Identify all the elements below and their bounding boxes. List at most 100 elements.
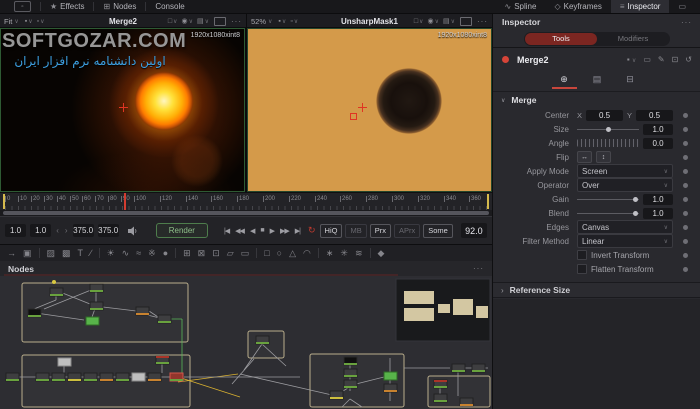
reference-size-section[interactable]: › Reference Size xyxy=(493,282,700,298)
merge3d-tool-icon[interactable]: ⊡ xyxy=(212,249,220,258)
blend-slider[interactable] xyxy=(577,209,639,218)
flip-horizontal-button[interactable]: ↔ xyxy=(577,151,592,163)
clean-feed-button[interactable]: ▭ xyxy=(669,0,695,13)
timeline-ruler[interactable]: 0102030405060708090100120140160180200220… xyxy=(0,192,492,210)
stop-button[interactable]: ■ xyxy=(260,227,263,234)
graph-node-stripe[interactable] xyxy=(90,290,103,292)
goto-end-button[interactable]: ▶| xyxy=(295,227,300,235)
nodes-button[interactable]: ⊞Nodes xyxy=(94,0,145,13)
merge-tool-icon[interactable]: ⊞ xyxy=(183,249,191,258)
paint-tool-icon[interactable]: ∕ xyxy=(90,249,92,258)
center-y-field[interactable]: 0.5 xyxy=(636,110,673,121)
render-range-marker[interactable] xyxy=(487,194,489,209)
effects-button[interactable]: ★Effects xyxy=(41,0,93,13)
graph-node[interactable] xyxy=(58,358,71,366)
size-field[interactable]: 1.0 xyxy=(643,124,673,135)
color-corrector-tool-icon[interactable]: ☀ xyxy=(107,249,115,258)
step-forward-button[interactable]: › xyxy=(64,226,69,235)
graph-node[interactable] xyxy=(384,372,397,380)
bspline-mask-icon[interactable]: ◠ xyxy=(303,249,311,258)
cache-icon[interactable]: ▭ xyxy=(643,55,651,64)
graph-node-stripe[interactable] xyxy=(68,379,81,381)
frame-increment-field[interactable]: 1.0 xyxy=(30,224,51,237)
graph-node-stripe[interactable] xyxy=(344,375,357,377)
flatten-transform-checkbox[interactable] xyxy=(577,264,587,274)
channel-select-dropdown[interactable]: ▪∨ xyxy=(25,18,33,25)
graph-node-stripe[interactable] xyxy=(100,379,113,381)
right-viewer[interactable]: 1920x1080xint8 xyxy=(247,28,492,192)
keyframe-dot[interactable] xyxy=(683,141,688,146)
gamut-dropdown[interactable]: ◉∨ xyxy=(427,17,439,25)
gain-field[interactable]: 1.0 xyxy=(643,194,673,205)
timeline-scrollbar-thumb[interactable] xyxy=(3,211,489,215)
blur-tool-icon[interactable]: ● xyxy=(163,249,168,258)
graph-node-stripe[interactable] xyxy=(156,362,169,364)
slider-thumb[interactable] xyxy=(633,197,638,202)
hue-curves-tool-icon[interactable]: ≈ xyxy=(136,249,141,258)
node-graph[interactable] xyxy=(0,276,492,409)
lock-icon[interactable]: ⊡ xyxy=(672,55,679,64)
graph-node-stripe[interactable] xyxy=(52,379,65,381)
left-viewer-menu-button[interactable]: ··· xyxy=(231,17,242,26)
graph-node-stripe[interactable] xyxy=(90,308,103,310)
apply-mode-dropdown[interactable]: Screen∨ xyxy=(577,164,673,178)
graph-node[interactable] xyxy=(132,373,145,381)
transform-crosshair[interactable] xyxy=(358,103,367,112)
viewer-lut-dropdown[interactable]: ▫∨ xyxy=(37,18,45,25)
range-start-field[interactable]: 375.0 xyxy=(73,224,94,237)
graph-node-stripe[interactable] xyxy=(434,400,447,402)
graph-node-top-stripe[interactable] xyxy=(156,356,169,358)
console-button[interactable]: Console xyxy=(146,0,193,13)
ui-layout-button[interactable]: ▫ xyxy=(5,0,40,13)
audio-icon[interactable] xyxy=(127,226,138,236)
spline-button[interactable]: ∿Spline xyxy=(496,0,546,13)
graph-node[interactable] xyxy=(86,317,99,325)
edges-dropdown[interactable]: Canvas∨ xyxy=(577,220,673,234)
tab-modifiers[interactable]: Modifiers xyxy=(597,33,669,45)
keyframe-dot[interactable] xyxy=(683,253,688,258)
graph-node-stripe[interactable] xyxy=(148,379,161,381)
left-viewer-zoom-dropdown[interactable]: Fit∨ xyxy=(4,17,19,26)
center-x-field[interactable]: 0.5 xyxy=(586,110,623,121)
keyframe-dot[interactable] xyxy=(683,127,688,132)
keyframe-dot[interactable] xyxy=(683,169,688,174)
render-range-marker[interactable] xyxy=(3,194,5,209)
gain-slider[interactable] xyxy=(577,195,639,204)
text-tool-icon[interactable]: T xyxy=(78,249,84,258)
channels-tab[interactable]: ▤ xyxy=(585,71,610,89)
play-reverse-button[interactable]: ◀ xyxy=(250,227,254,235)
prx-button[interactable]: Prx xyxy=(370,224,391,238)
graph-node-stripe[interactable] xyxy=(330,397,343,399)
graph-node-top-stripe[interactable] xyxy=(434,380,447,382)
graph-node-stripe[interactable] xyxy=(6,379,19,381)
keyframe-dot[interactable] xyxy=(683,211,688,216)
keyframe-dot[interactable] xyxy=(683,155,688,160)
angle-thumbwheel[interactable] xyxy=(577,139,639,147)
graph-node-stripe[interactable] xyxy=(434,386,447,388)
graph-node-stripe[interactable] xyxy=(344,386,357,388)
flip-vertical-button[interactable]: ↕ xyxy=(596,151,611,163)
split-wipe-dropdown[interactable]: □∨ xyxy=(414,18,424,25)
mask-paint-icon[interactable]: ◆ xyxy=(378,249,385,258)
current-frame-field[interactable]: 92.0 xyxy=(461,223,487,238)
fast-rewind-button[interactable]: ◀◀ xyxy=(235,227,244,235)
right-viewer-zoom-dropdown[interactable]: 52%∨ xyxy=(251,17,272,26)
operator-dropdown[interactable]: Over∨ xyxy=(577,178,673,192)
graph-node-stripe[interactable] xyxy=(136,313,149,315)
viewer-expand-button[interactable] xyxy=(214,17,226,26)
slider-thumb[interactable] xyxy=(633,211,638,216)
viewer-lut-dropdown[interactable]: ▫∨ xyxy=(290,18,298,25)
graph-node-stripe[interactable] xyxy=(28,315,41,317)
play-button[interactable]: ▶ xyxy=(270,227,274,235)
background-tool-icon[interactable]: ▨ xyxy=(47,249,56,258)
split-wipe-dropdown[interactable]: □∨ xyxy=(168,18,178,25)
viewer-expand-button[interactable] xyxy=(460,17,472,26)
right-viewer-menu-button[interactable]: ··· xyxy=(477,17,488,26)
matte-control-tool-icon[interactable]: ⊠ xyxy=(198,249,206,258)
graph-node-stripe[interactable] xyxy=(84,379,97,381)
graph-node-stripe[interactable] xyxy=(50,294,63,296)
goto-start-button[interactable]: |◀ xyxy=(224,227,229,235)
graph-node-stripe[interactable] xyxy=(256,342,269,344)
hiq-button[interactable]: HiQ xyxy=(320,224,343,238)
mb-button[interactable]: MB xyxy=(345,224,366,238)
